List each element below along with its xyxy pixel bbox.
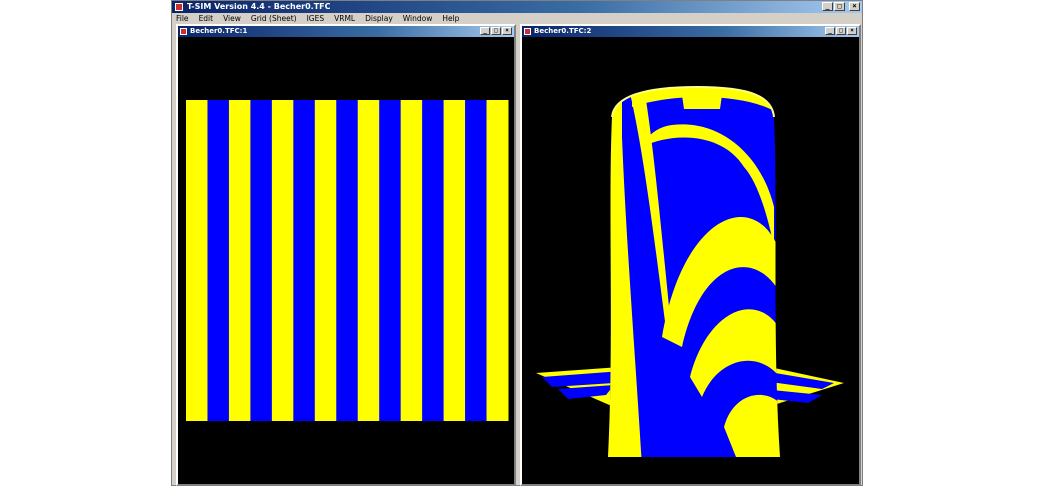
child1-close-button[interactable]: × — [502, 27, 512, 35]
menu-help[interactable]: Help — [442, 14, 459, 23]
child-titlebar-1[interactable]: Becher0.TFC:1 _ □ × — [178, 26, 514, 37]
child-window-flat-view[interactable]: Becher0.TFC:1 _ □ × — [176, 24, 516, 486]
menu-edit[interactable]: Edit — [199, 14, 214, 23]
stripe-yellow — [314, 100, 337, 421]
main-window-title: T-SIM Version 4.4 - Becher0.TFC — [187, 2, 331, 11]
menu-iges[interactable]: IGES — [307, 14, 325, 23]
minimize-button[interactable]: _ — [822, 2, 833, 11]
stripe-blue — [293, 100, 316, 421]
stripe-blue — [250, 100, 273, 421]
child1-minimize-button[interactable]: _ — [480, 27, 490, 35]
stripe-blue — [207, 100, 230, 421]
menu-view[interactable]: View — [223, 14, 241, 23]
menu-display[interactable]: Display — [365, 14, 393, 23]
close-button[interactable]: × — [849, 2, 860, 11]
maximize-button[interactable]: □ — [834, 2, 845, 11]
child2-maximize-button[interactable]: □ — [836, 27, 846, 35]
viewport-3d[interactable] — [522, 37, 859, 484]
stripe-yellow — [271, 100, 294, 421]
child-titlebar-2[interactable]: Becher0.TFC:2 _ □ × — [522, 26, 859, 37]
stripe-yellow — [443, 100, 466, 421]
main-titlebar[interactable]: T-SIM Version 4.4 - Becher0.TFC _ □ × — [172, 1, 862, 13]
stripe-blue — [336, 100, 359, 421]
child-window-3d-view[interactable]: Becher0.TFC:2 _ □ × — [520, 24, 861, 486]
child2-close-button[interactable]: × — [847, 27, 857, 35]
child-window-title-2: Becher0.TFC:2 — [534, 27, 592, 35]
stripe-yellow — [186, 100, 208, 421]
stripe-blue — [422, 100, 445, 421]
flat-stripe-pattern — [186, 100, 509, 421]
menu-file[interactable]: File — [176, 14, 189, 23]
menu-bar: File Edit View Grid (Sheet) IGES VRML Di… — [172, 13, 862, 24]
stripe-yellow — [400, 100, 423, 421]
stripe-blue — [379, 100, 402, 421]
document-icon — [524, 28, 531, 35]
document-icon — [180, 28, 187, 35]
stripe-blue — [465, 100, 488, 421]
menu-window[interactable]: Window — [403, 14, 433, 23]
main-window: T-SIM Version 4.4 - Becher0.TFC _ □ × Fi… — [171, 0, 863, 486]
app-icon — [175, 3, 183, 11]
stripe-yellow — [228, 100, 251, 421]
child1-maximize-button[interactable]: □ — [491, 27, 501, 35]
child2-minimize-button[interactable]: _ — [825, 27, 835, 35]
stripe-yellow — [357, 100, 380, 421]
stripe-yellow — [486, 100, 509, 421]
menu-vrml[interactable]: VRML — [334, 14, 355, 23]
viewport-flat[interactable] — [178, 37, 514, 484]
child-window-title-1: Becher0.TFC:1 — [190, 27, 248, 35]
formed-cup-render — [536, 85, 844, 457]
cup-body — [608, 87, 780, 457]
menu-grid-sheet[interactable]: Grid (Sheet) — [251, 14, 297, 23]
